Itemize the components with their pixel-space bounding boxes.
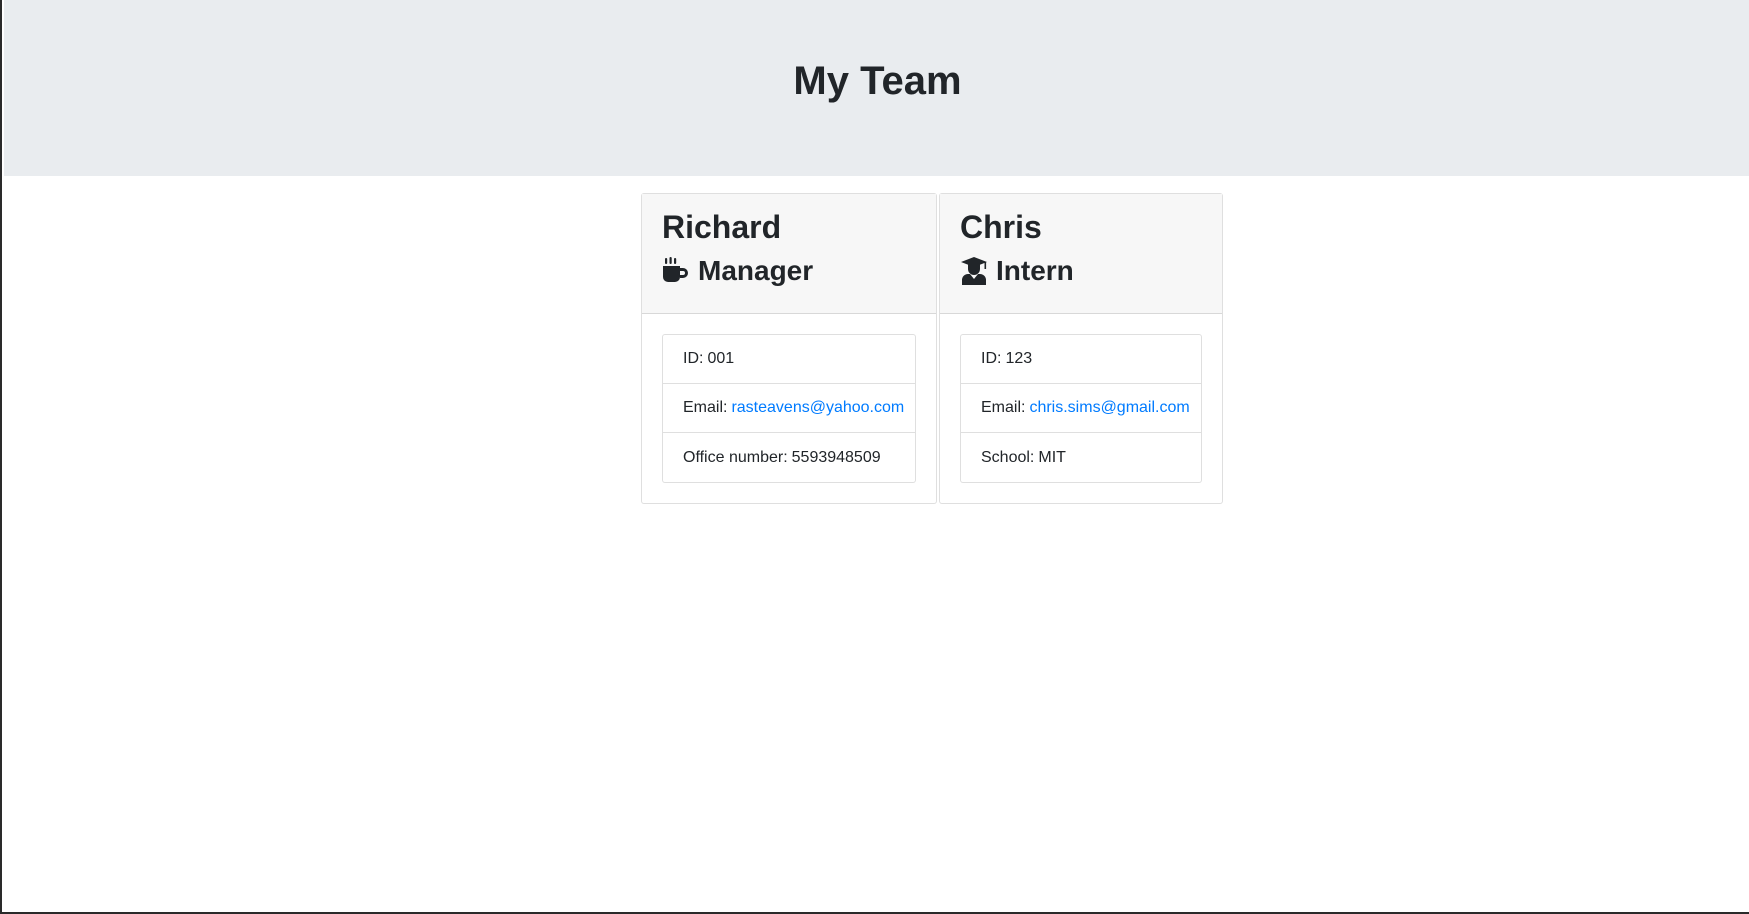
employee-card-intern: Chris Intern ID: 123 Email: chris.sims@g… <box>939 193 1223 504</box>
employee-card-manager: Richard Manager ID: 001 Email: rasteaven… <box>641 193 937 504</box>
employee-name: Chris <box>960 209 1042 245</box>
employee-role: Intern <box>960 254 1202 288</box>
role-label: Manager <box>698 255 814 287</box>
page-header: My Team <box>4 0 1749 176</box>
employee-id: ID: 123 <box>961 335 1201 384</box>
school-label: School: <box>981 448 1035 466</box>
team-cards: Richard Manager ID: 001 Email: rasteaven… <box>641 193 1223 504</box>
card-header: Richard Manager <box>642 194 936 314</box>
employee-name: Richard <box>662 209 782 245</box>
graduate-icon <box>960 257 988 286</box>
role-label: Intern <box>996 255 1074 287</box>
employee-email: Email: chris.sims@gmail.com <box>961 384 1201 433</box>
email-label: Email: <box>981 399 1026 416</box>
office-number-label: Office number: <box>683 448 788 466</box>
school-value: MIT <box>1038 448 1066 466</box>
employee-details: ID: 001 Email: rasteavens@yahoo.com Offi… <box>662 334 916 483</box>
employee-id: ID: 001 <box>663 335 915 384</box>
id-value: 123 <box>1005 350 1033 367</box>
employee-role: Manager <box>662 254 916 288</box>
employee-details: ID: 123 Email: chris.sims@gmail.com Scho… <box>960 334 1202 483</box>
card-header: Chris Intern <box>940 194 1222 314</box>
id-value: 001 <box>707 350 735 367</box>
employee-office-number: Office number: 5593948509 <box>663 433 915 482</box>
coffee-mug-icon <box>662 257 690 285</box>
id-label: ID: <box>683 350 704 367</box>
office-number-value: 5593948509 <box>791 448 881 466</box>
card-body: ID: 123 Email: chris.sims@gmail.com Scho… <box>940 314 1222 503</box>
browser-viewport: My Team Richard Manager ID: 001 Email: r… <box>0 0 1749 914</box>
email-label: Email: <box>683 399 728 416</box>
id-label: ID: <box>981 350 1002 367</box>
email-link[interactable]: rasteavens@yahoo.com <box>731 399 904 417</box>
email-link[interactable]: chris.sims@gmail.com <box>1029 399 1189 417</box>
employee-email: Email: rasteavens@yahoo.com <box>663 384 915 433</box>
employee-school: School: MIT <box>961 433 1201 482</box>
page-title: My Team <box>793 59 962 103</box>
card-body: ID: 001 Email: rasteavens@yahoo.com Offi… <box>642 314 936 503</box>
